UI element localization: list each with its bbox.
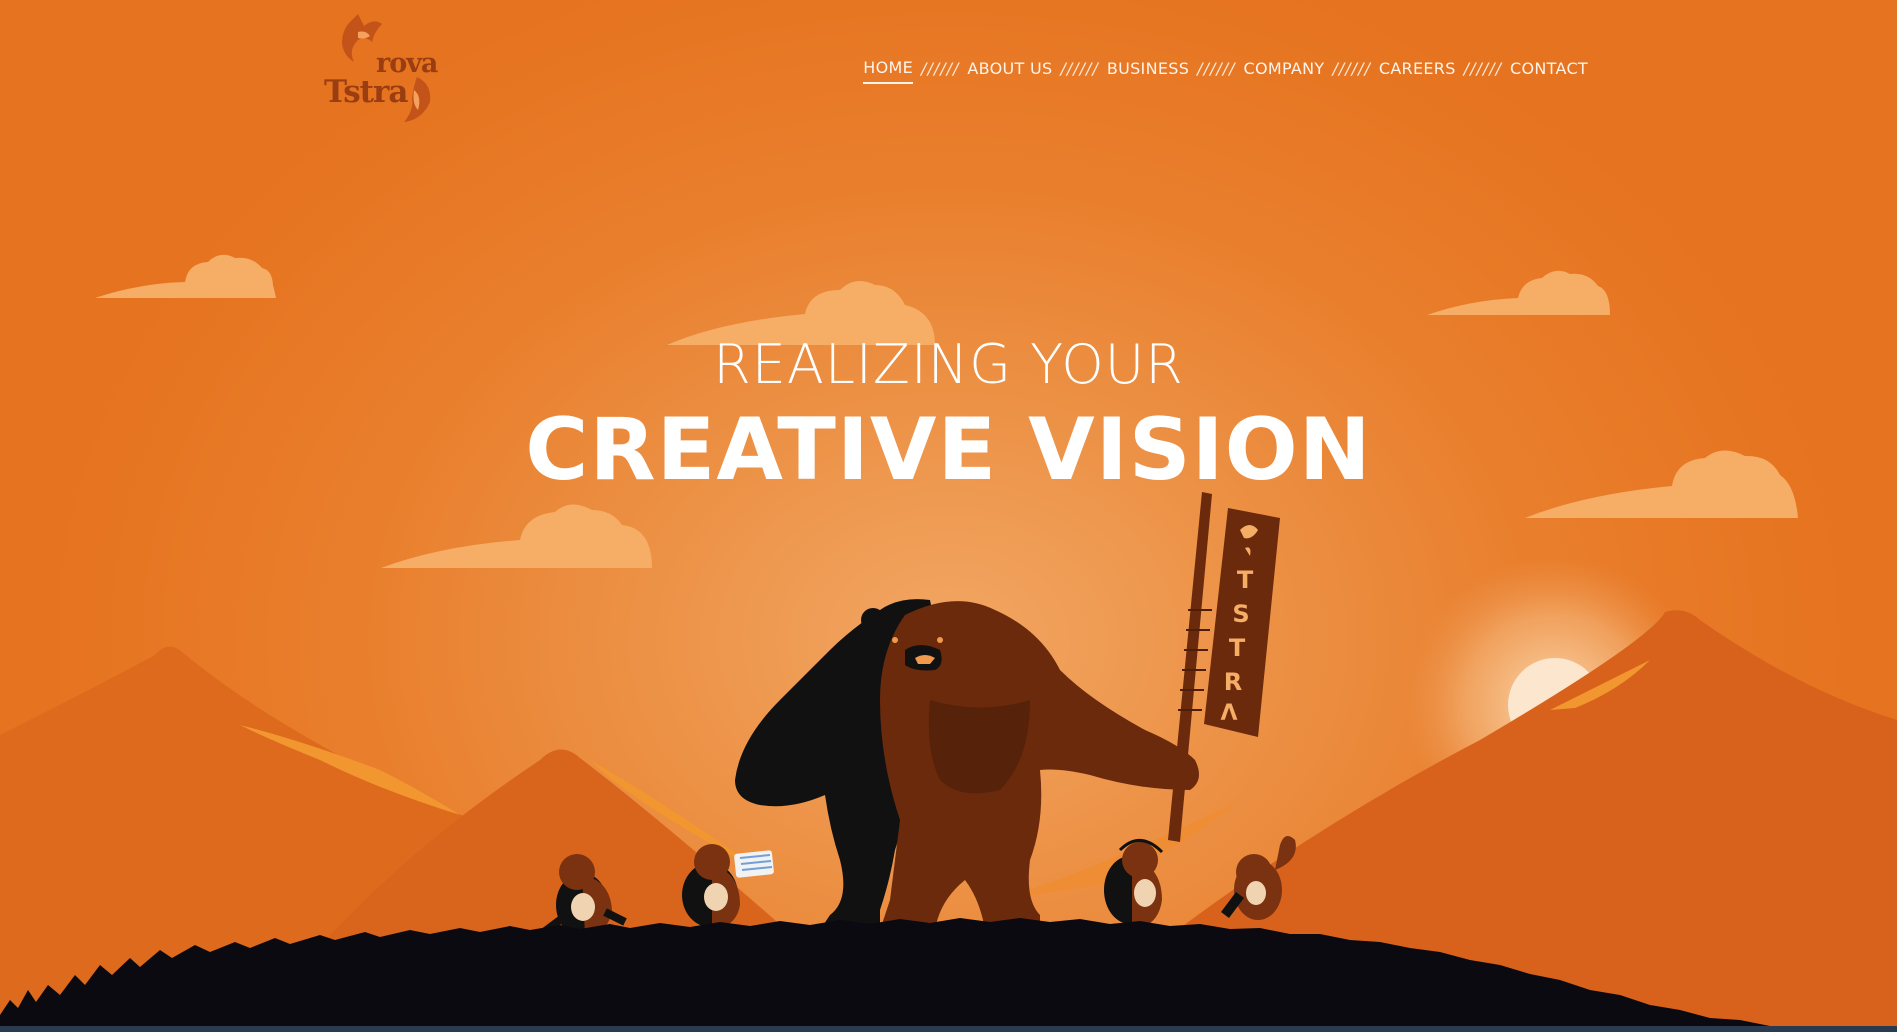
main-nav: HOME ////// ABOUT US ////// BUSINESS ///… [863, 58, 1588, 84]
small-bear [1104, 839, 1164, 928]
nav-contact[interactable]: CONTACT [1510, 59, 1588, 83]
cloud [381, 504, 652, 568]
nav-separator: ////// [1463, 59, 1503, 78]
brand-logo[interactable]: rova Tstra [322, 12, 442, 124]
nav-about-us[interactable]: ABOUT US [967, 59, 1052, 83]
cloud [1427, 270, 1610, 315]
nav-careers[interactable]: CAREERS [1379, 59, 1456, 83]
banner-letter: T [1229, 634, 1246, 662]
headline-line1: REALIZING YOUR [713, 333, 1184, 396]
banner-letter: S [1232, 600, 1249, 628]
headline-line2: CREATIVE VISION [525, 400, 1372, 500]
nav-separator: ////// [1197, 59, 1236, 78]
banner-letter: Λ [1220, 701, 1237, 726]
banner-letter: T [1237, 566, 1254, 594]
hero-headline: REALIZING YOUR CREATIVE VISION [0, 330, 1897, 500]
tstra-banner: T S T R Λ [1168, 492, 1280, 842]
nav-separator: ////// [1332, 59, 1371, 78]
logo-line2: Tstra [324, 74, 408, 110]
nav-business[interactable]: BUSINESS [1107, 59, 1189, 83]
nav-separator: ////// [1060, 59, 1099, 78]
nav-company[interactable]: COMPANY [1244, 59, 1325, 83]
nav-home[interactable]: HOME [863, 58, 914, 84]
nav-separator: ////// [921, 59, 960, 78]
banner-letter: R [1224, 668, 1242, 696]
cloud [95, 254, 276, 298]
hero-section: T S T R Λ rova Tstra HOME ////// ABOUT U… [0, 0, 1897, 1032]
bottom-bar [0, 1026, 1897, 1032]
hero-illustration: T S T R Λ [0, 254, 1897, 1032]
